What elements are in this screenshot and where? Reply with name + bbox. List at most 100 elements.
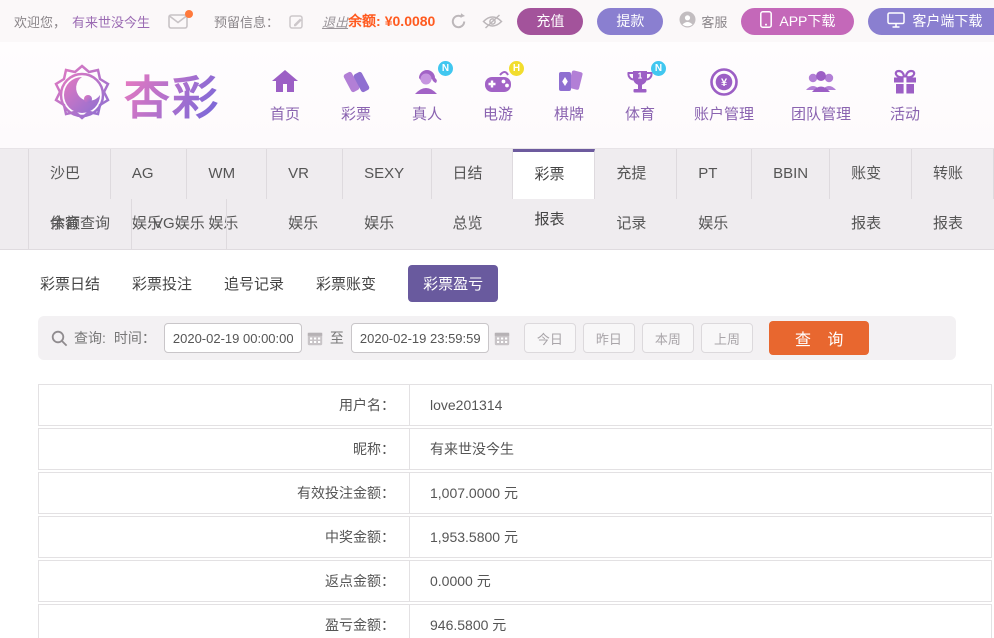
reserved-info-label: 预留信息： [214, 14, 280, 30]
tab-row-1: 沙巴体育 AG娱乐 WM娱乐 VR娱乐 SEXY娱乐 日结总览 彩票报表 充提记… [28, 149, 994, 232]
report-tab-bar: 沙巴体育 AG娱乐 WM娱乐 VR娱乐 SEXY娱乐 日结总览 彩票报表 充提记… [0, 148, 994, 250]
logout-link[interactable]: 退出 [322, 12, 348, 31]
username-text: 有来世没今生 [72, 14, 151, 30]
brand-name: 杏彩 [124, 62, 220, 128]
live-casino-icon: N [410, 61, 453, 98]
row-label: 用户名： [38, 384, 410, 426]
tab-bbin[interactable]: BBIN [752, 149, 831, 199]
tab-ag[interactable]: AG娱乐 [111, 149, 188, 232]
this-week-button[interactable]: 本周 [641, 323, 694, 353]
client-download-label: 客户端下载 [912, 13, 983, 29]
table-row: 有效投注金额： 1,007.0000 元 [38, 472, 992, 514]
trophy-icon: 1 N [623, 61, 666, 98]
row-value: love201314 [410, 384, 992, 426]
main-nav: 首页 彩票 N 真人 H 电游 棋牌 1 N 体育 ¥ 账户管理 团队管理 活动 [268, 61, 922, 124]
badge-n: N [438, 61, 453, 76]
main-nav-band: 杏彩 首页 彩票 N 真人 H 电游 棋牌 1 N 体育 ¥ 账户管理 团队管理… [0, 42, 994, 148]
subtab-chase-records[interactable]: 追号记录 [224, 265, 284, 302]
table-row: 中奖金额： 1,953.5800 元 [38, 516, 992, 558]
nav-item-team[interactable]: 团队管理 [791, 66, 851, 124]
subtab-lottery-bets[interactable]: 彩票投注 [132, 265, 192, 302]
date-from-input[interactable] [163, 323, 302, 353]
row-value: 0.0000 元 [410, 560, 992, 602]
date-to-input[interactable] [350, 323, 489, 353]
team-icon [804, 66, 838, 98]
nav-item-egames[interactable]: H 电游 [481, 61, 524, 124]
search-icon [51, 330, 68, 347]
table-row: 返点金额： 0.0000 元 [38, 560, 992, 602]
badge-n: N [651, 61, 666, 76]
home-icon [268, 66, 302, 98]
nav-item-account[interactable]: ¥ 账户管理 [694, 66, 754, 124]
time-label: 时间： [113, 330, 156, 346]
today-button[interactable]: 今日 [523, 323, 576, 353]
client-download-button[interactable]: 客户端下载 [868, 7, 994, 35]
row-label: 昵称： [38, 428, 410, 470]
unread-dot [185, 9, 194, 18]
yesterday-button[interactable]: 昨日 [582, 323, 635, 353]
nav-item-live[interactable]: N 真人 [410, 61, 453, 124]
subtab-lottery-daily[interactable]: 彩票日结 [40, 265, 100, 302]
tab-vr[interactable]: VR娱乐 [267, 149, 344, 232]
gift-icon [888, 66, 922, 98]
nav-item-cards[interactable]: 棋牌 [552, 66, 586, 124]
tab-deposit-withdraw[interactable]: 充提记录 [595, 149, 678, 232]
nav-item-home[interactable]: 首页 [268, 66, 302, 124]
lottery-subtabs: 彩票日结 彩票投注 追号记录 彩票账变 彩票盈亏 [0, 250, 994, 312]
lottery-icon [339, 66, 373, 98]
tab-shaba-sports[interactable]: 沙巴体育 [28, 149, 111, 232]
svg-text:¥: ¥ [721, 77, 728, 89]
gamepad-icon: H [481, 61, 524, 98]
hide-balance-icon[interactable] [482, 13, 503, 29]
balance-value: ¥0.0080 [384, 13, 436, 29]
customer-service-label: 客服 [701, 14, 728, 30]
calendar-icon[interactable] [494, 331, 510, 346]
query-label: 查询: [74, 330, 106, 346]
tab-balance-query[interactable]: 余额查询 [28, 199, 133, 249]
calendar-icon[interactable] [307, 331, 323, 346]
headset-icon [679, 11, 696, 31]
row-label: 中奖金额： [38, 516, 410, 558]
nav-item-activity[interactable]: 活动 [888, 66, 922, 124]
tab-daily-summary[interactable]: 日结总览 [432, 149, 514, 232]
badge-h: H [509, 61, 524, 76]
tab-sexy[interactable]: SEXY娱乐 [343, 149, 432, 232]
tab-account-change[interactable]: 账变报表 [830, 149, 913, 232]
mail-icon[interactable] [168, 9, 194, 29]
recharge-button[interactable]: 充值 [517, 7, 584, 35]
welcome-text: 欢迎您， [14, 14, 67, 30]
tab-vg[interactable]: VG娱乐 [132, 199, 227, 249]
table-row: 昵称： 有来世没今生 [38, 428, 992, 470]
nav-item-sports[interactable]: 1 N 体育 [623, 61, 666, 124]
tab-wm[interactable]: WM娱乐 [187, 149, 268, 232]
coin-icon: ¥ [707, 66, 741, 98]
subtab-lottery-profit-loss[interactable]: 彩票盈亏 [408, 265, 499, 302]
brand-emblem-icon [54, 64, 110, 120]
query-submit-button[interactable]: 查 询 [768, 321, 870, 355]
table-row: 用户名： love201314 [38, 384, 992, 426]
app-download-button[interactable]: APP下载 [741, 7, 855, 35]
row-label: 盈亏金额： [38, 604, 410, 638]
phone-icon [760, 11, 773, 31]
app-download-label: APP下载 [779, 13, 836, 29]
balance-label: 余额: [348, 13, 381, 29]
edit-icon[interactable] [289, 14, 304, 29]
tab-lottery-report[interactable]: 彩票报表 [513, 149, 596, 228]
row-label: 返点金额： [38, 560, 410, 602]
tab-transfer-report[interactable]: 转账报表 [912, 149, 994, 232]
tab-row-2: 余额查询 VG娱乐 [28, 199, 994, 249]
brand-logo[interactable]: 杏彩 [50, 62, 220, 128]
customer-service-link[interactable]: 客服 [679, 11, 727, 31]
nav-item-lottery[interactable]: 彩票 [339, 66, 373, 124]
tab-pt[interactable]: PT娱乐 [677, 149, 753, 232]
subtab-lottery-account-change[interactable]: 彩票账变 [316, 265, 376, 302]
withdraw-button[interactable]: 提款 [597, 7, 664, 35]
row-value: 1,953.5800 元 [410, 516, 992, 558]
table-row: 盈亏金额： 946.5800 元 [38, 604, 992, 638]
to-label: 至 [329, 330, 344, 346]
last-week-button[interactable]: 上周 [700, 323, 753, 353]
refresh-icon[interactable] [449, 12, 468, 31]
row-label: 有效投注金额： [38, 472, 410, 514]
row-value: 有来世没今生 [410, 428, 992, 470]
query-bar: 查询: 时间： 至 今日 昨日 本周 上周 查 询 [38, 316, 956, 360]
